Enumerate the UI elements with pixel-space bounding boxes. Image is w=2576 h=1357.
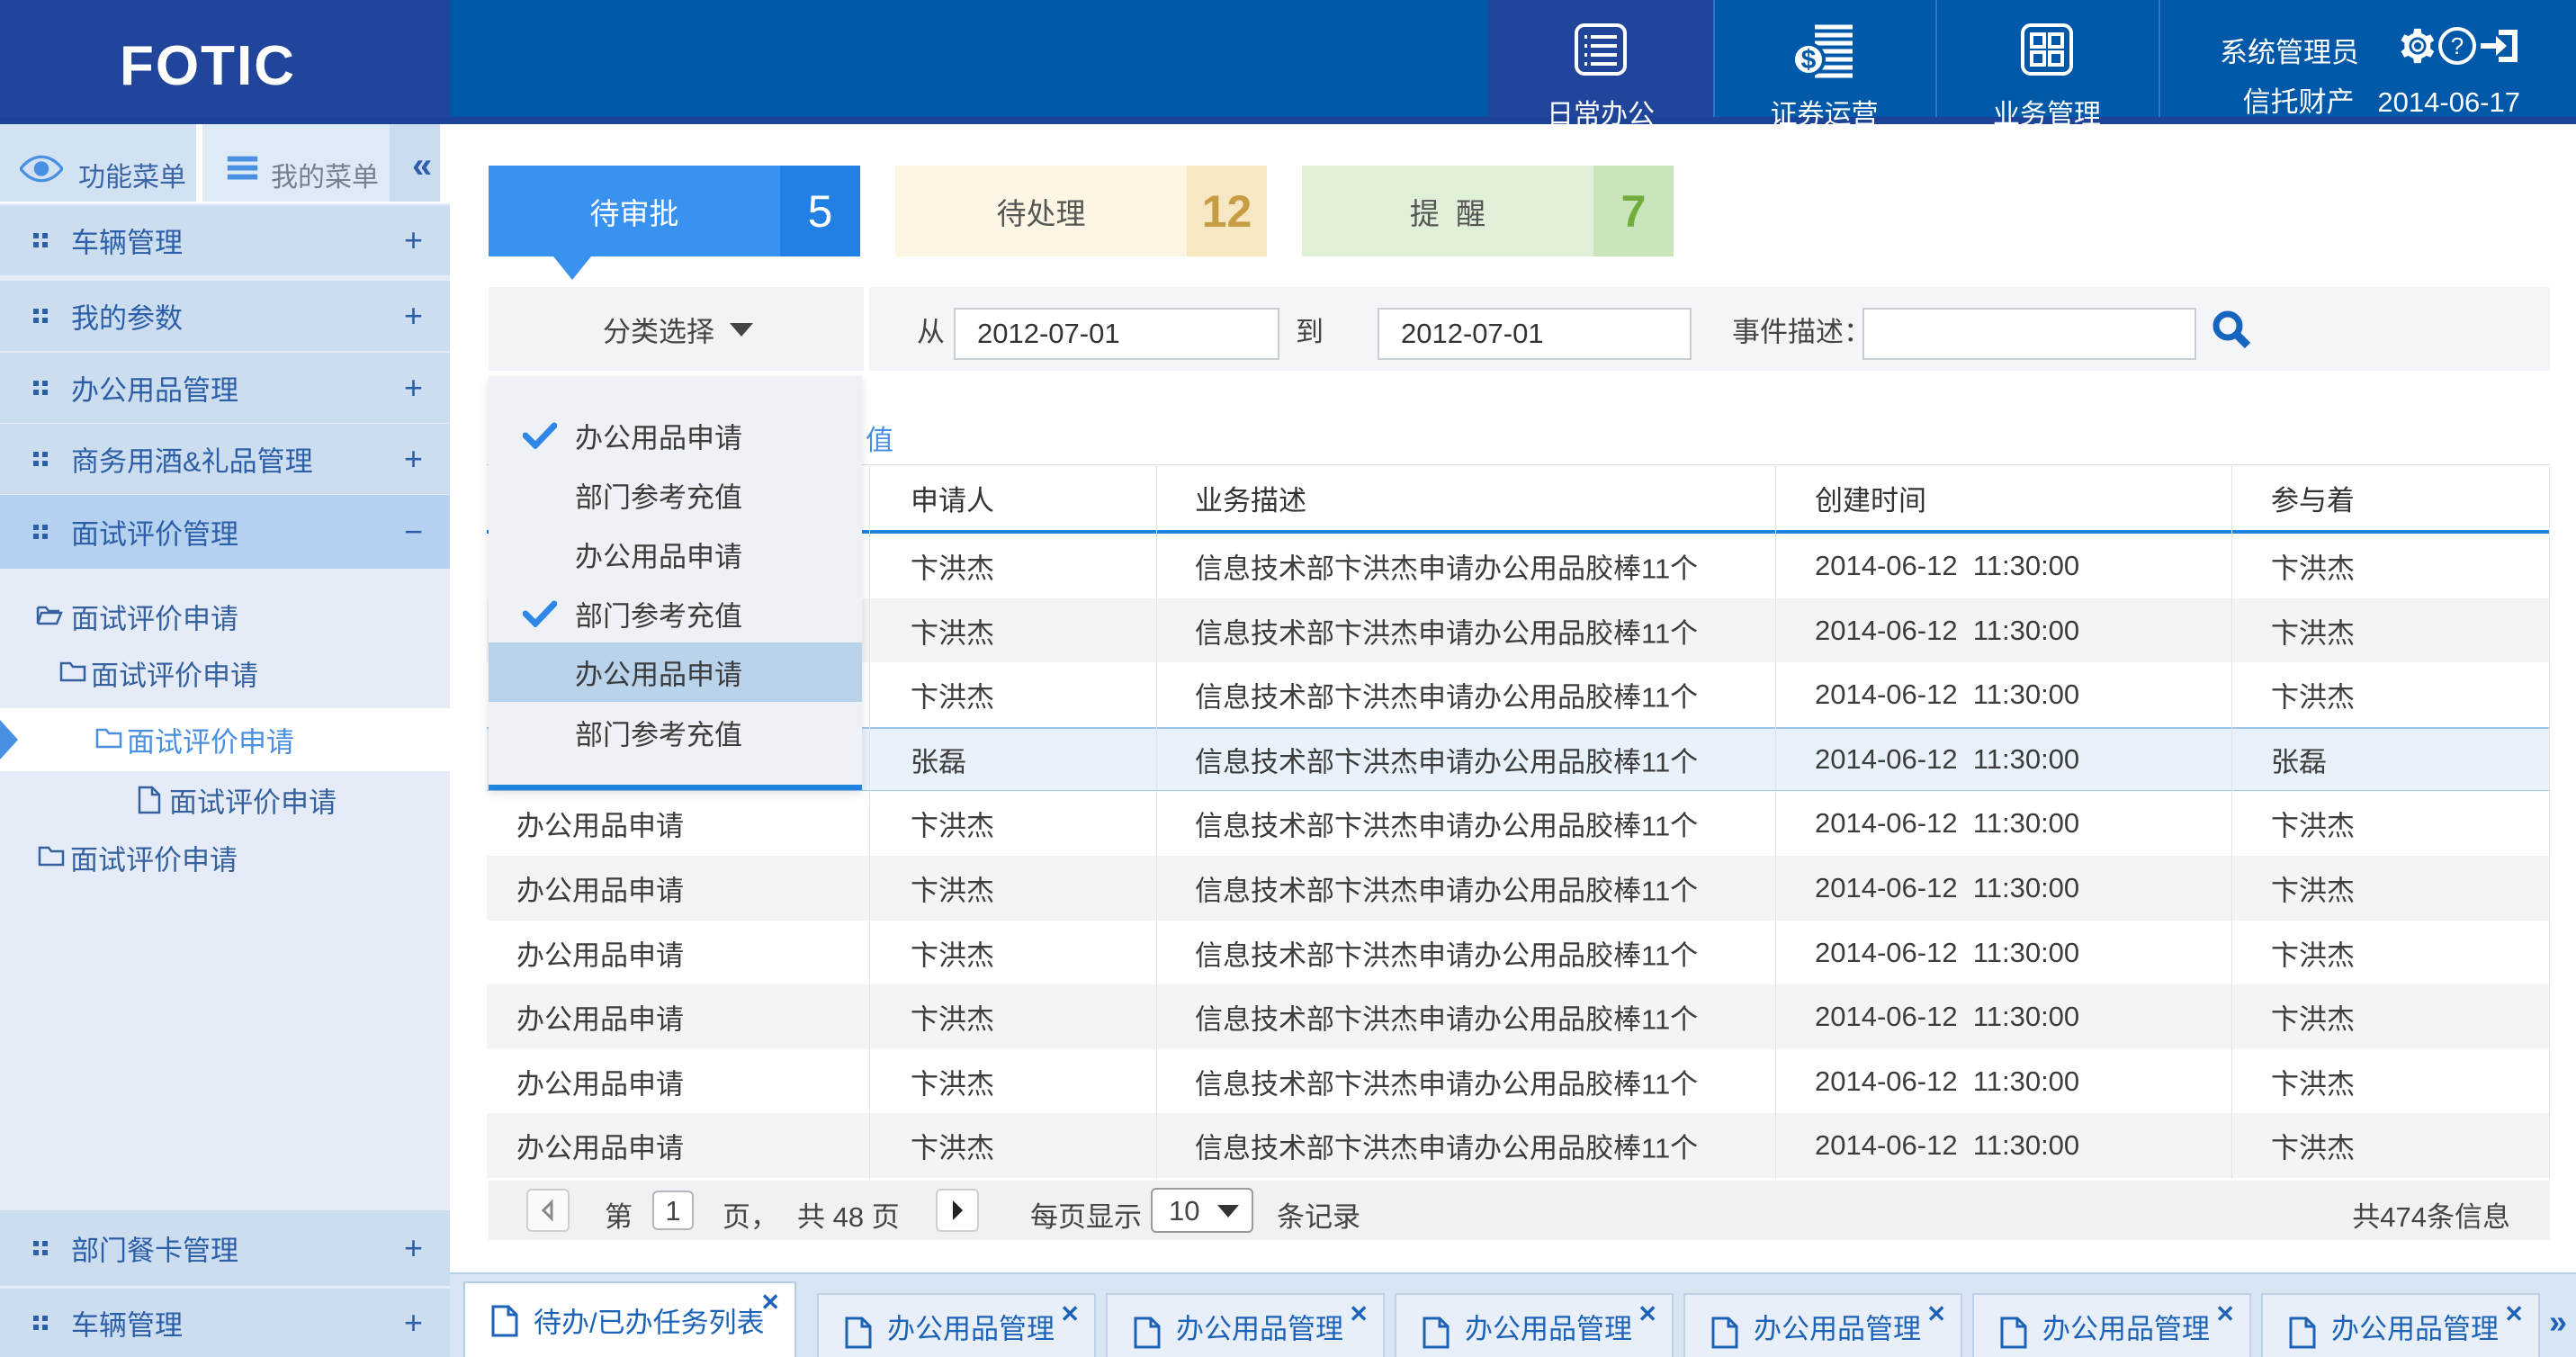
svg-text:?: ? bbox=[2451, 32, 2464, 59]
svg-text:$: $ bbox=[1800, 45, 1816, 75]
